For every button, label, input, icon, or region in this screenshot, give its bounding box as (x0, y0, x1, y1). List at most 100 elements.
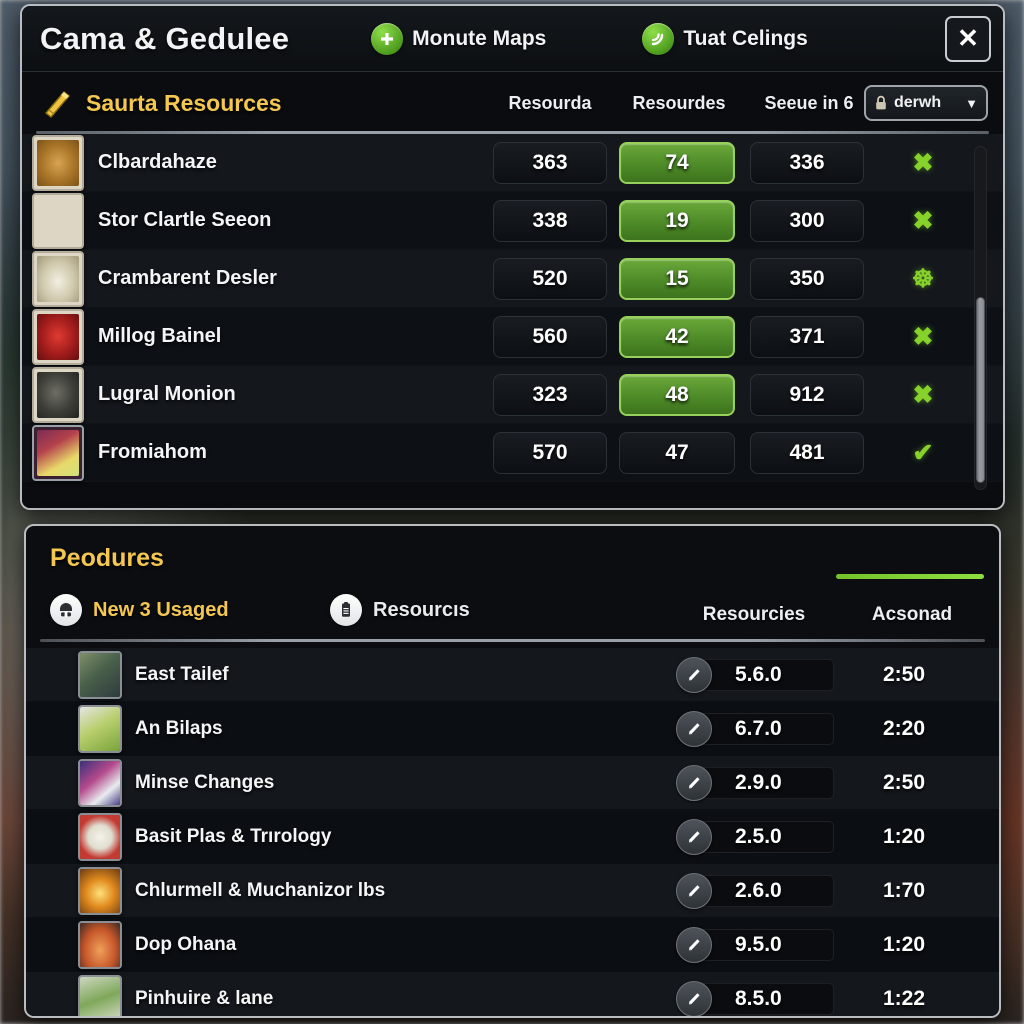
production-time: 1:20 (882, 932, 926, 956)
resource-value-3: 481 (750, 431, 864, 474)
close-button[interactable]: ✕ (945, 15, 991, 62)
resource-value-3: 300 (750, 199, 864, 242)
production-name: An Bilaps (135, 717, 223, 739)
table-row[interactable]: Clbardahaze 363 74 336 ✖ (22, 134, 1003, 192)
resources-scrollbar[interactable] (974, 146, 987, 490)
resource-item-icon (32, 424, 84, 481)
list-item[interactable]: Minse Changes 2.9.0 2:50 (26, 756, 999, 810)
production-time: 2:50 (882, 662, 926, 686)
production-item-art (80, 652, 120, 697)
list-item[interactable]: Pinhuire & lane 8.5.0 1:22 (26, 972, 999, 1016)
resource-value-1: 363 (493, 141, 607, 184)
tab-resourcis[interactable]: Resourcıs (330, 594, 470, 626)
tuat-celings-button[interactable]: Tuat Celings (642, 22, 808, 55)
column-header-resourcies: Resourcies (702, 604, 806, 625)
production-cost-box: 2.6.0 (692, 874, 834, 907)
currency-icon (676, 656, 712, 693)
resource-name: Stor Clartle Seeon (98, 209, 272, 231)
production-cost-value: 9.5.0 (735, 932, 782, 956)
filter-label: derwh (894, 94, 942, 111)
status-cross-icon[interactable]: ✖ (906, 322, 940, 352)
resources-list[interactable]: Clbardahaze 363 74 336 ✖ Stor Clartle Seeon 33… (22, 134, 1003, 508)
list-item[interactable]: An Bilaps 6.7.0 2:20 (26, 702, 999, 756)
list-item[interactable]: Dop Ohana 9.5.0 1:20 (26, 918, 999, 972)
resource-item-art (37, 139, 79, 186)
resource-value-2: 74 (619, 141, 735, 184)
table-row[interactable]: Millog Bainel 560 42 371 ✖ (22, 308, 1003, 366)
production-cost-value: 6.7.0 (735, 716, 782, 740)
production-item-icon (78, 812, 122, 861)
production-cost-value: 2.6.0 (735, 878, 782, 902)
close-icon: ✕ (957, 23, 979, 53)
tab-new-3-usaged[interactable]: New 3 Usaged (50, 594, 229, 626)
ribbon-icon (40, 86, 74, 120)
production-name: Pinhuire & lane (135, 987, 274, 1009)
production-list[interactable]: East Tailef 5.6.0 2:50 An Bilaps 6.7.0 2:20 Mi… (26, 648, 999, 1016)
production-tabs: New 3 Usaged Resourcıs Resourcies Acsona… (26, 586, 999, 642)
production-cost-box: 2.5.0 (692, 820, 834, 853)
resource-name: Fromiahom (98, 441, 207, 463)
production-name: Chlurmell & Muchanizor lbs (135, 879, 386, 901)
currency-icon (676, 980, 712, 1016)
list-item[interactable]: Chlurmell & Muchanizor lbs 2.6.0 1:70 (26, 864, 999, 918)
resource-value-3: 371 (750, 315, 864, 358)
production-cost-box: 8.5.0 (692, 982, 834, 1015)
list-item[interactable]: Basit Plas & Trırology 2.5.0 1:20 (26, 810, 999, 864)
resource-item-icon (32, 366, 84, 423)
status-cross-icon[interactable]: ✖ (906, 206, 940, 236)
production-item-art (80, 706, 120, 751)
resource-name: Lugral Monion (98, 383, 236, 405)
table-row[interactable]: Fromiahom 570 47 481 ✔ (22, 424, 1003, 482)
tab-resourcis-label: Resourcıs (373, 598, 470, 621)
status-cross-icon[interactable]: ✖ (906, 380, 940, 410)
resource-value-2: 15 (619, 257, 735, 300)
production-cost-box: 9.5.0 (692, 928, 834, 961)
production-item-icon (78, 866, 122, 915)
resource-name: Crambarent Desler (98, 267, 277, 289)
resource-name: Millog Bainel (98, 325, 222, 347)
production-name: East Tailef (135, 663, 229, 685)
resource-name: Clbardahaze (98, 151, 217, 173)
list-item[interactable]: East Tailef 5.6.0 2:50 (26, 648, 999, 702)
resources-title: Saurta Resources (86, 89, 282, 116)
resource-value-1: 560 (493, 315, 607, 358)
currency-icon (676, 872, 712, 909)
resource-item-art (37, 429, 79, 476)
status-check-icon[interactable]: ✔ (906, 438, 940, 468)
production-time: 2:20 (882, 716, 926, 740)
production-item-art (80, 922, 120, 967)
resources-scrollbar-thumb[interactable] (976, 297, 985, 483)
helmet-circle-icon (50, 594, 82, 626)
resource-value-1: 570 (493, 431, 607, 474)
resource-item-icon (32, 308, 84, 365)
chevron-down-icon: ▼ (965, 95, 978, 111)
production-time: 1:70 (882, 878, 926, 902)
resource-value-2: 19 (619, 199, 735, 242)
tuat-celings-label: Tuat Celings (683, 26, 808, 50)
resource-filter-dropdown[interactable]: derwh ▼ (864, 85, 988, 121)
resource-item-art (37, 371, 79, 418)
resource-value-1: 323 (493, 373, 607, 416)
resource-value-2: 42 (619, 315, 735, 358)
window-titlebar: Cama & Gedulee Monute Maps Tuat Celings … (22, 6, 1003, 72)
resource-item-icon (32, 250, 84, 307)
production-item-icon (78, 974, 122, 1016)
monute-maps-button[interactable]: Monute Maps (371, 22, 546, 55)
production-item-icon (78, 920, 122, 969)
resource-item-art (37, 198, 79, 244)
table-row[interactable]: Stor Clartle Seeon 338 19 300 ✖ (22, 192, 1003, 250)
column-header-resourda: Resourda (508, 92, 592, 113)
production-cost-value: 8.5.0 (735, 986, 782, 1010)
table-row[interactable]: Lugral Monion 323 48 912 ✖ (22, 366, 1003, 424)
column-header-resourdes: Resourdes (632, 92, 726, 113)
column-header-acsonad: Acsonad (871, 604, 953, 625)
lock-icon (874, 95, 888, 111)
status-special-icon[interactable]: ☸ (906, 264, 940, 294)
resource-value-1: 520 (493, 257, 607, 300)
resource-item-art (37, 313, 79, 360)
resources-window: Cama & Gedulee Monute Maps Tuat Celings … (20, 4, 1005, 510)
status-cross-icon[interactable]: ✖ (906, 148, 940, 178)
table-row[interactable]: Crambarent Desler 520 15 350 ☸ (22, 250, 1003, 308)
production-name: Dop Ohana (135, 933, 237, 955)
resources-header: Saurta Resources Resourda Resourdes Seeu… (22, 72, 1003, 134)
